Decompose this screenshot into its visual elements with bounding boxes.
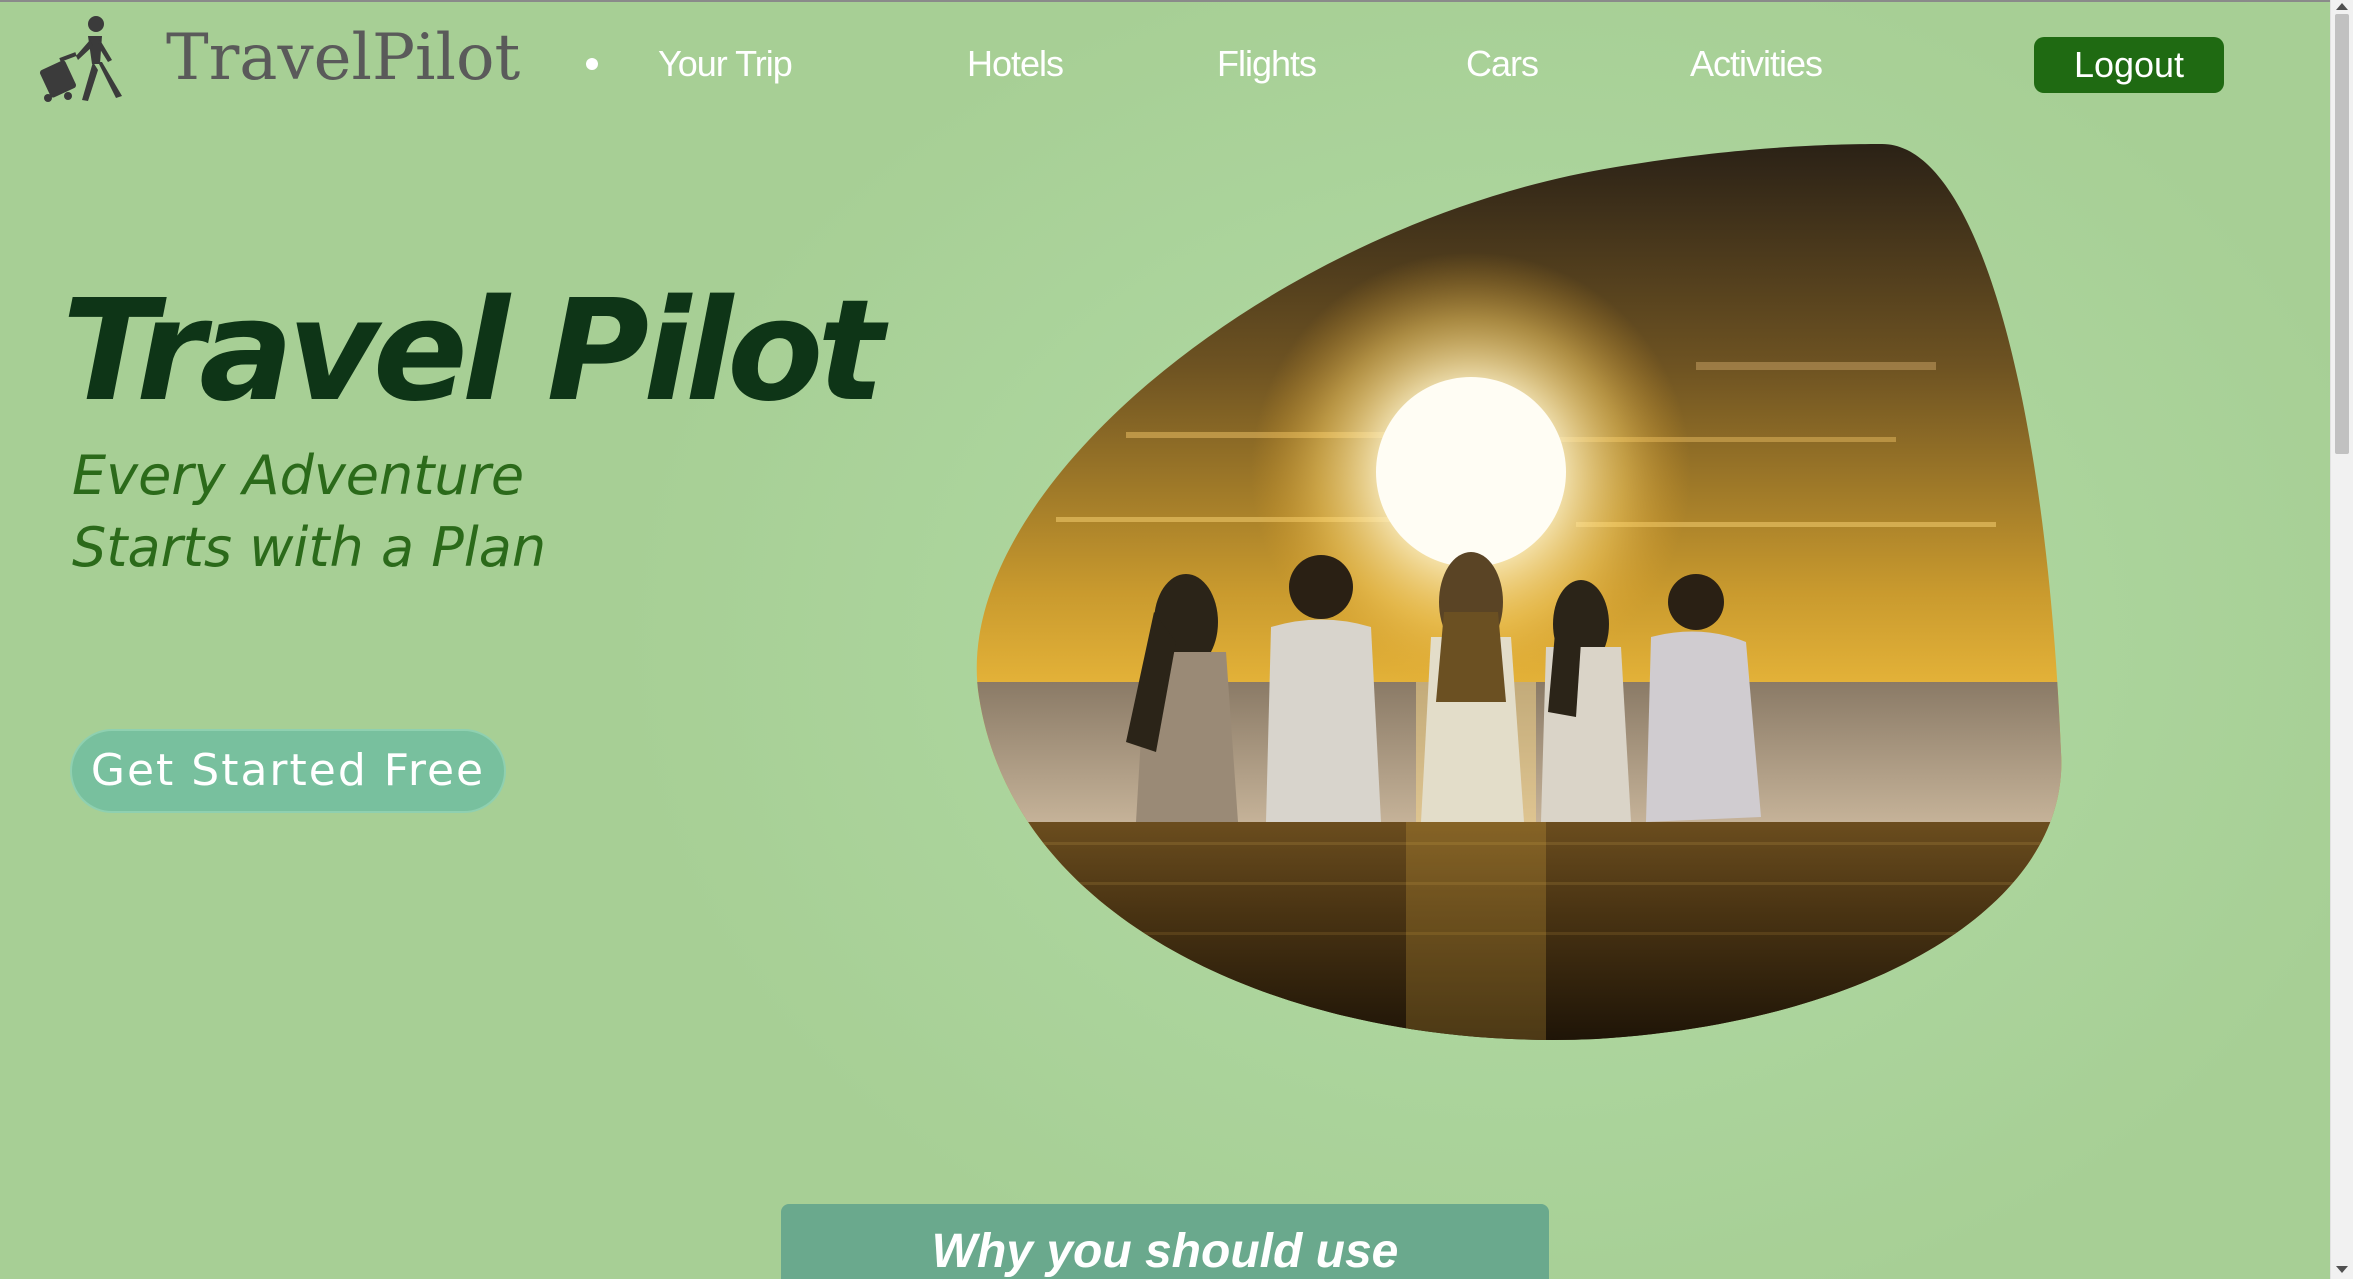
tagline-line-2: Starts with a Plan [72,516,547,579]
tagline-line-1: Every Adventure [72,444,525,507]
nav-link-activities[interactable]: Activities [1690,42,1823,86]
nav-link-flights[interactable]: Flights [1217,42,1317,86]
why-section-title: Why you should use [931,1225,1399,1278]
traveler-logo-icon[interactable] [38,14,124,104]
scroll-up-arrow-icon[interactable] [2336,3,2348,10]
vertical-scrollbar[interactable] [2330,0,2353,1279]
brand-name[interactable]: TravelPilot [166,18,520,98]
scrollbar-thumb[interactable] [2335,14,2349,454]
nav-link-your-trip[interactable]: Your Trip [658,42,793,86]
nav-bullet [586,58,598,70]
page: TravelPilot Your Trip Hotels Flights Car… [0,0,2330,1279]
scroll-down-arrow-icon[interactable] [2336,1266,2348,1273]
hero-sunset-image [976,143,2062,1040]
nav-link-hotels[interactable]: Hotels [967,42,1064,86]
hero-tagline: Every Adventure Starts with a Plan [72,440,546,584]
logout-button[interactable]: Logout [2034,37,2224,93]
nav-link-cars[interactable]: Cars [1466,42,1539,86]
hero-title: Travel Pilot [62,270,884,433]
why-section-card: Why you should use [781,1204,1549,1279]
get-started-button[interactable]: Get Started Free [70,729,506,813]
